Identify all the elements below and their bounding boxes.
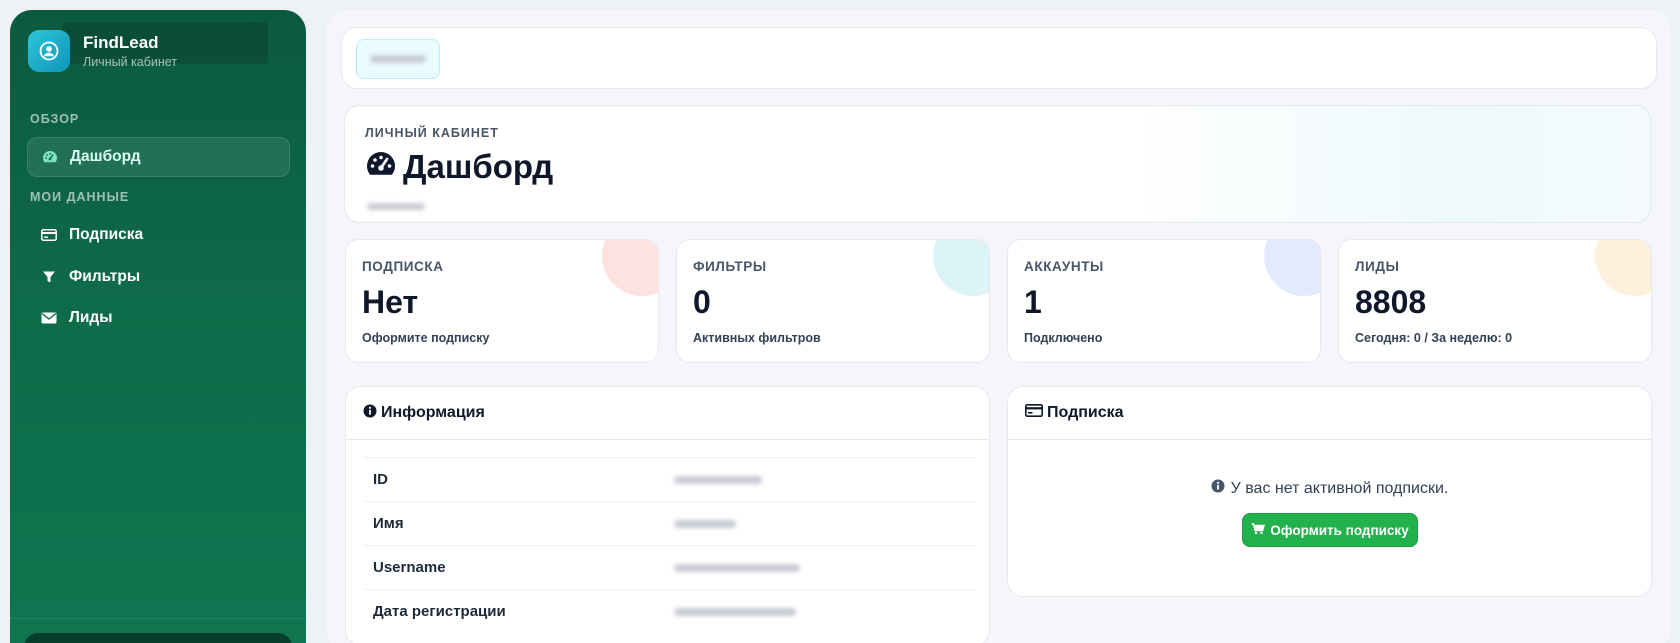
panel-header: Подписка: [1008, 387, 1651, 440]
stat-label: ЛИДЫ: [1355, 259, 1400, 274]
row-key: Username: [373, 559, 446, 576]
sidebar-item-label: Дашборд: [70, 148, 141, 165]
table-row: ID: [364, 457, 974, 501]
row-key: ID: [373, 471, 388, 488]
gauge-icon: [365, 148, 397, 186]
panel-title: Информация: [381, 404, 485, 421]
decorative-circle: [1595, 240, 1651, 296]
sidebar-item-leads[interactable]: Лиды: [27, 298, 290, 338]
stat-label: ПОДПИСКА: [362, 259, 444, 274]
row-key: Имя: [373, 515, 404, 532]
cart-icon: [1251, 522, 1266, 538]
stat-value: Нет: [362, 284, 419, 320]
page-header: ЛИЧНЫЙ КАБИНЕТ Дашборд: [344, 105, 1651, 223]
user-chip[interactable]: [356, 39, 440, 79]
sidebar-footer-block[interactable]: [24, 633, 292, 643]
sidebar-item-subscription[interactable]: Подписка: [27, 215, 290, 255]
info-table: ID Имя Username Дата регистрации: [364, 457, 974, 633]
empty-state-message: У вас нет активной подписки.: [1008, 479, 1651, 498]
subscribe-button[interactable]: Оформить подписку: [1242, 513, 1418, 547]
subscribe-button-label: Оформить подписку: [1270, 522, 1409, 538]
brand-title: FindLead: [83, 33, 159, 52]
stat-value: 0: [693, 284, 711, 320]
redacted-text: [370, 55, 426, 63]
sidebar-divider: [10, 618, 306, 619]
table-row: Дата регистрации: [364, 589, 974, 633]
gauge-icon: [42, 149, 58, 165]
stat-card-subscription: ПОДПИСКА Нет Оформите подписку: [345, 239, 659, 363]
subscription-panel: Подписка У вас нет активной подписки. Оф…: [1007, 386, 1652, 597]
stat-card-leads: ЛИДЫ 8808 Сегодня: 0 / За неделю: 0: [1338, 239, 1652, 363]
page-title: Дашборд: [365, 148, 553, 186]
stat-subtext: Оформите подписку: [362, 331, 490, 345]
stat-value: 8808: [1355, 284, 1427, 320]
filter-icon: [41, 269, 57, 285]
panel-title: Подписка: [1047, 404, 1124, 421]
panel-header: Информация: [346, 387, 989, 440]
row-value-redacted: [674, 559, 974, 576]
decorative-circle: [933, 240, 989, 296]
top-bar: [341, 27, 1657, 89]
info-circle-icon: [363, 404, 377, 423]
stat-subtext: Сегодня: 0 / За неделю: 0: [1355, 331, 1513, 345]
sidebar-item-label: Фильтры: [69, 268, 141, 285]
row-value-redacted: [674, 603, 974, 620]
sidebar-item-label: Лиды: [69, 309, 113, 326]
page-kicker: ЛИЧНЫЙ КАБИНЕТ: [365, 126, 499, 140]
sidebar: FindLead Личный кабинет ОБЗОР Дашборд МО…: [10, 10, 306, 643]
decorative-circle: [602, 240, 658, 296]
section-label-overview: ОБЗОР: [30, 112, 80, 126]
row-value-redacted: [674, 471, 974, 488]
table-row: Username: [364, 545, 974, 589]
row-key: Дата регистрации: [373, 603, 506, 620]
page-title-text: Дашборд: [403, 148, 554, 185]
credit-card-icon: [1025, 404, 1043, 422]
brand-logo[interactable]: [28, 30, 70, 72]
stat-label: АККАУНТЫ: [1024, 259, 1104, 274]
sidebar-item-label: Подписка: [69, 226, 144, 243]
row-value-redacted: [674, 515, 974, 532]
info-circle-icon: [1211, 479, 1225, 498]
empty-state-text: У вас нет активной подписки.: [1230, 479, 1449, 497]
stat-card-filters: ФИЛЬТРЫ 0 Активных фильтров: [676, 239, 990, 363]
page-subtitle-redacted: [367, 197, 425, 215]
table-row: Имя: [364, 501, 974, 545]
sidebar-item-filters[interactable]: Фильтры: [27, 257, 290, 297]
sidebar-item-dashboard[interactable]: Дашборд: [27, 137, 290, 177]
user-circle-icon: [39, 41, 59, 61]
info-panel: Информация ID Имя Username Дата регистра…: [345, 386, 990, 643]
decorative-circle: [1264, 240, 1320, 296]
stat-label: ФИЛЬТРЫ: [693, 259, 767, 274]
brand-subtitle: Личный кабинет: [83, 55, 178, 69]
stat-value: 1: [1024, 284, 1042, 320]
credit-card-icon: [41, 227, 57, 243]
stat-subtext: Активных фильтров: [693, 331, 821, 345]
envelope-icon: [41, 310, 57, 326]
stat-card-accounts: АККАУНТЫ 1 Подключено: [1007, 239, 1321, 363]
stat-subtext: Подключено: [1024, 331, 1103, 345]
section-label-my-data: МОИ ДАННЫЕ: [30, 190, 130, 204]
